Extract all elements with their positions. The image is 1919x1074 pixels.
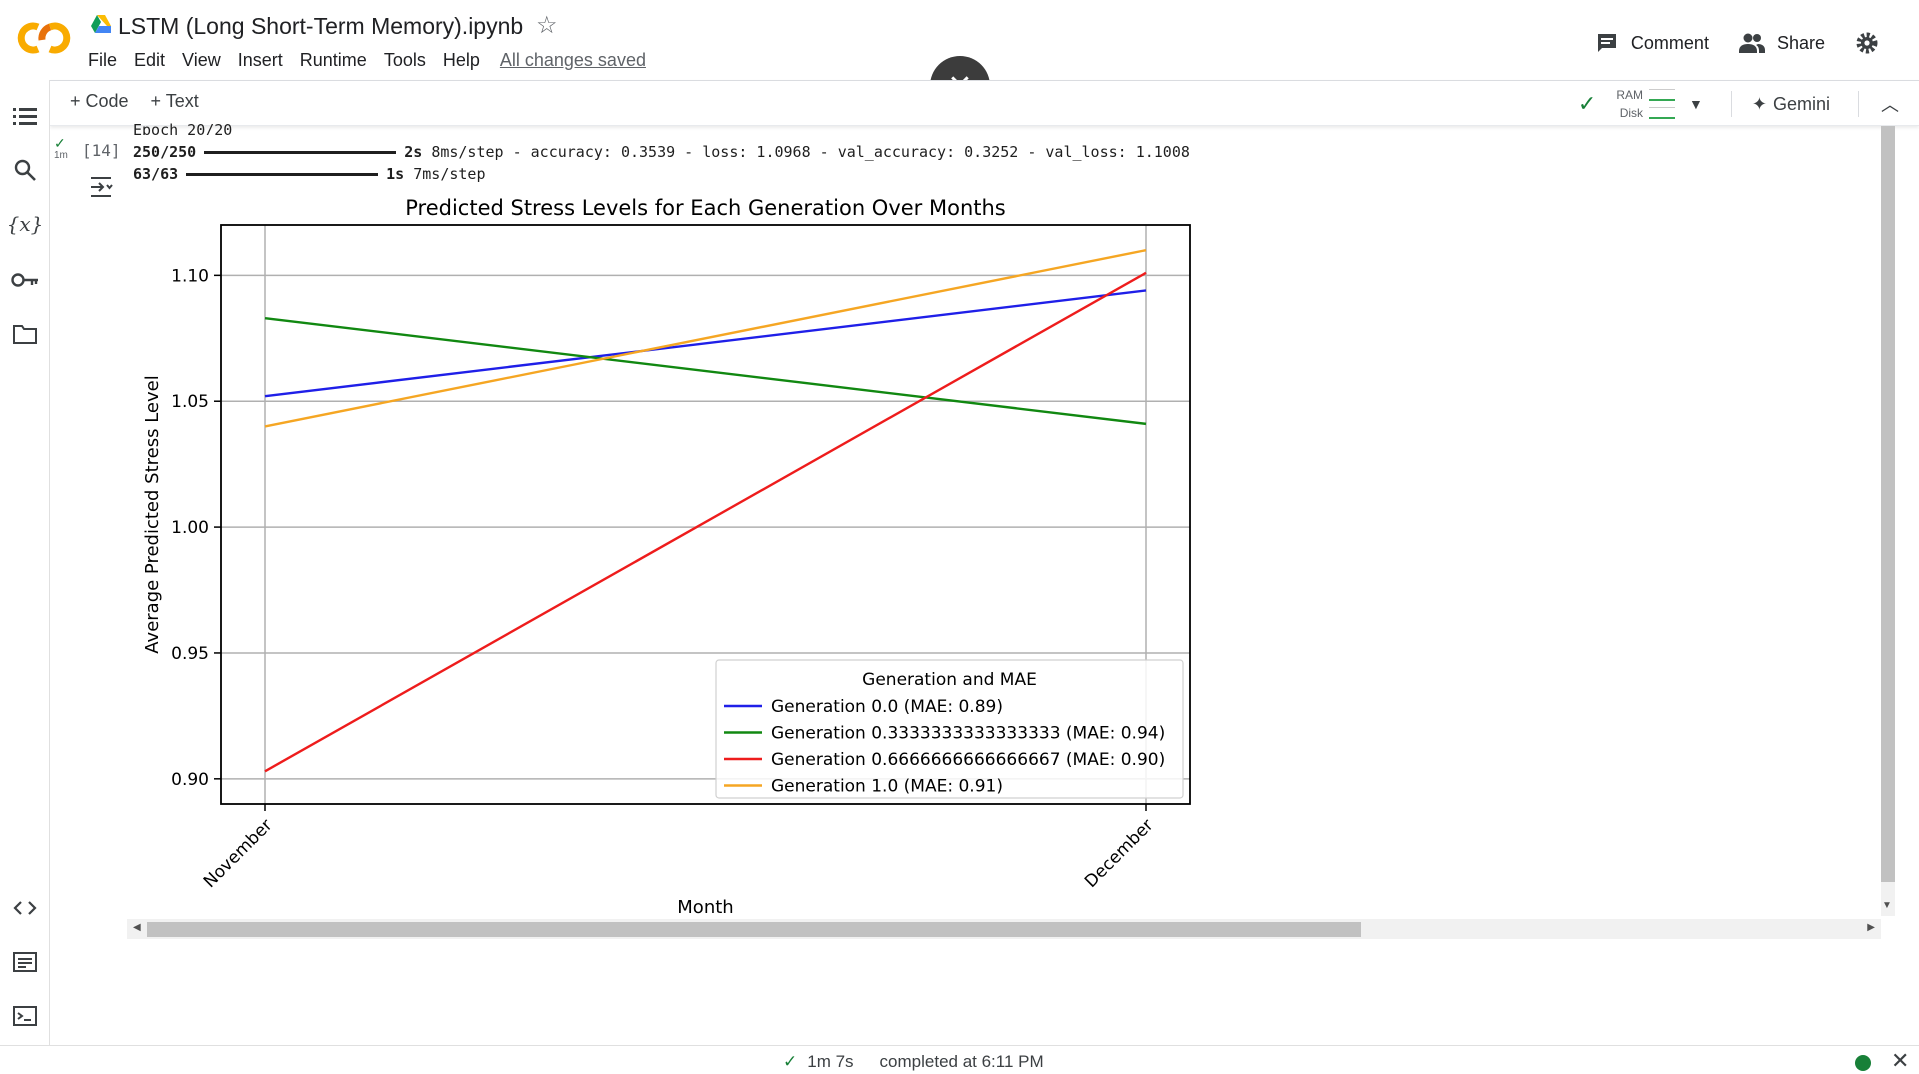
status-bar: ✓ 1m 7s completed at 6:11 PM ✕ [0, 1045, 1919, 1073]
elapsed-time: 1s [386, 165, 405, 183]
scroll-down-icon[interactable]: ▼ [1882, 900, 1892, 911]
x-tick-label: November [200, 815, 277, 892]
colab-logo-icon[interactable] [16, 20, 72, 56]
series-line [264, 316, 1147, 426]
x-axis-label: Month [677, 897, 733, 918]
output-line-1: 250/250 2s 8ms/step - accuracy: 0.3539 - … [133, 143, 1190, 161]
menu-edit[interactable]: Edit [134, 50, 165, 71]
menu-help[interactable]: Help [443, 50, 480, 71]
x-tick-label: December [1081, 815, 1157, 891]
search-icon[interactable] [11, 156, 39, 184]
run-duration: 1m 7s [807, 1052, 854, 1071]
sparkle-icon: ✦ [1751, 93, 1767, 114]
comment-label: Comment [1630, 32, 1709, 53]
menu-file[interactable]: File [88, 50, 117, 71]
epoch-line: Epoch 20/20 [133, 121, 233, 135]
menu-tools[interactable]: Tools [384, 50, 426, 71]
legend-entry: Generation 1.0 (MAE: 0.91) [771, 777, 1003, 797]
comment-button[interactable]: Comment [1595, 31, 1709, 55]
divider [1858, 91, 1859, 117]
folder-icon[interactable] [11, 320, 39, 348]
y-tick-label: 0.90 [171, 770, 209, 790]
metrics-text: 8ms/step - accuracy: 0.3539 - loss: 1.09… [431, 143, 1190, 161]
chart-title: Predicted Stress Levels for Each Generat… [405, 196, 1006, 220]
notebook-title[interactable]: LSTM (Long Short-Term Memory).ipynb [118, 13, 523, 40]
y-axis-label: Average Predicted Stress Level [142, 375, 163, 653]
scroll-right-icon[interactable]: ▶ [1867, 922, 1875, 933]
chevron-up-icon[interactable]: ︿ [1881, 91, 1899, 117]
cell-run-status: ✓ 1m [54, 136, 68, 161]
gemini-label: Gemini [1772, 93, 1830, 114]
series-line [264, 248, 1147, 428]
share-button[interactable]: Share [1738, 32, 1825, 54]
run-time: 1m [54, 150, 68, 161]
menu-insert[interactable]: Insert [238, 50, 283, 71]
disk-label: Disk [1619, 106, 1644, 120]
add-text-button[interactable]: + Text [151, 91, 199, 112]
output-line-2: 63/63 1s 7ms/step [133, 165, 486, 183]
y-tick-label: 0.95 [171, 644, 209, 664]
notebook-toolbar: + Code + Text ✓ RAM Disk ▼ ✦ Gemini ︿ [50, 80, 1919, 126]
left-sidebar: {x} [0, 80, 50, 1045]
legend-entry: Generation 0.3333333333333333 (MAE: 0.94… [771, 724, 1165, 744]
horizontal-scrollbar[interactable]: ◀ ▶ [127, 919, 1881, 939]
resource-monitor[interactable]: RAM Disk [1616, 86, 1676, 122]
key-icon[interactable] [11, 266, 39, 294]
check-icon: ✓ [54, 135, 66, 151]
legend-entry: Generation 0.0 (MAE: 0.89) [771, 697, 1003, 717]
chevron-down-icon[interactable]: ▼ [1689, 96, 1703, 112]
connected-check-icon: ✓ [1577, 91, 1597, 116]
metrics-text: 7ms/step [413, 165, 486, 183]
menu-runtime[interactable]: Runtime [300, 50, 367, 71]
y-tick-label: 1.05 [171, 392, 209, 412]
gear-icon [1856, 32, 1878, 54]
line-chart: Predicted Stress Levels for Each Generat… [142, 196, 1191, 918]
runtime-status-dot[interactable] [1855, 1055, 1871, 1071]
disk-bar [1649, 107, 1676, 119]
legend-title: Generation and MAE [862, 670, 1037, 690]
people-icon [1738, 33, 1765, 53]
series-line [264, 289, 1147, 398]
execution-count[interactable]: [14] [82, 141, 121, 160]
menu-view[interactable]: View [182, 50, 221, 71]
scroll-left-icon[interactable]: ◀ [133, 922, 141, 933]
variables-icon[interactable]: {x} [7, 210, 44, 238]
divider [1730, 91, 1732, 117]
command-palette-icon[interactable] [11, 948, 39, 976]
vertical-scroll-thumb[interactable] [1881, 126, 1895, 882]
header-actions: Comment Share [1595, 28, 1919, 58]
close-status-icon[interactable]: ✕ [1891, 1048, 1909, 1074]
ram-bar [1649, 89, 1676, 101]
output-actions-icon[interactable] [88, 174, 114, 200]
comment-icon [1597, 34, 1616, 52]
vertical-scrollbar[interactable] [1881, 126, 1895, 916]
legend-entry: Generation 0.6666666666666667 (MAE: 0.90… [771, 750, 1165, 770]
code-snippets-icon[interactable] [11, 894, 39, 922]
share-label: Share [1776, 32, 1825, 53]
gemini-button[interactable]: ✦ Gemini [1752, 94, 1830, 115]
add-code-button[interactable]: + Code [70, 91, 129, 112]
check-icon: ✓ [783, 1052, 798, 1071]
menu-bar: File Edit View Insert Runtime Tools Help… [88, 50, 663, 71]
terminal-icon[interactable] [11, 1002, 39, 1030]
steps-count: 63/63 [133, 165, 179, 183]
star-icon[interactable]: ☆ [536, 11, 558, 40]
progress-bar [186, 173, 379, 176]
horizontal-scroll-thumb[interactable] [147, 922, 1361, 937]
steps-count: 250/250 [133, 143, 197, 161]
google-drive-icon[interactable] [90, 14, 112, 34]
progress-bar [204, 151, 397, 154]
completed-time: completed at 6:11 PM [879, 1052, 1044, 1071]
y-tick-label: 1.10 [171, 266, 209, 286]
elapsed-time: 2s [404, 143, 423, 161]
table-of-contents-icon[interactable] [11, 102, 39, 130]
settings-button[interactable] [1855, 31, 1891, 55]
y-tick-label: 1.00 [171, 518, 209, 538]
save-status-link[interactable]: All changes saved [500, 50, 646, 71]
ram-label: RAM [1616, 88, 1644, 102]
